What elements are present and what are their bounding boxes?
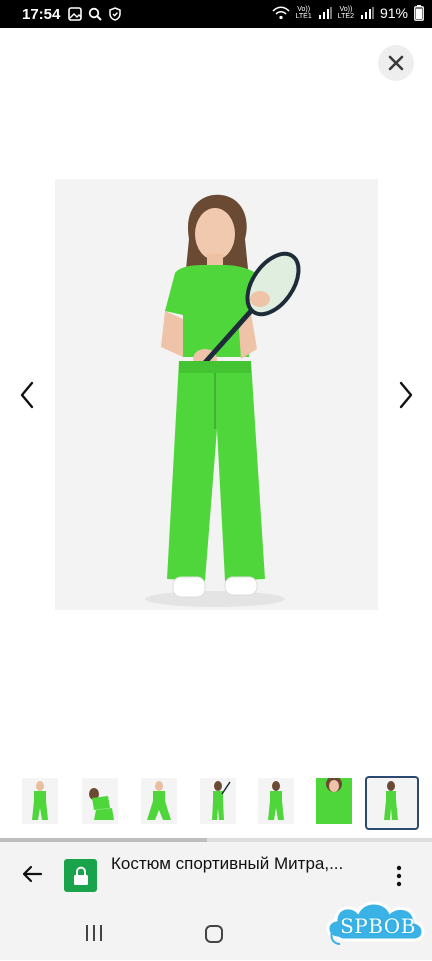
page-title[interactable]: Костюм спортивный Митра,... (111, 854, 379, 874)
shield-icon (109, 7, 121, 21)
thumbnail[interactable] (258, 778, 294, 824)
home-icon (205, 925, 223, 943)
lock-icon (73, 866, 88, 885)
carrier-1: Vo)) LTE1 (295, 6, 312, 20)
thumbnail[interactable] (141, 778, 177, 824)
recent-apps-icon (86, 925, 102, 941)
more-vertical-icon (396, 865, 402, 887)
signal-icon-2 (360, 7, 374, 19)
carrier-2: Vo)) LTE2 (337, 6, 354, 20)
product-photo (55, 179, 378, 610)
chevron-left-icon (20, 381, 34, 409)
thumbnail[interactable] (316, 778, 352, 824)
thumbnail-selected[interactable] (365, 776, 419, 830)
recent-apps-button[interactable] (84, 924, 104, 947)
chevron-right-icon (399, 381, 413, 409)
battery-icon (414, 5, 424, 21)
signal-icon (318, 7, 332, 19)
status-time: 17:54 (22, 6, 61, 23)
watermark-badge: SPBOB (320, 894, 430, 956)
more-options-button[interactable] (388, 862, 410, 890)
status-bar: 17:54 Vo)) LTE1 Vo)) LTE2 91% (0, 0, 432, 28)
thumbnail[interactable] (200, 778, 236, 824)
secure-lock-badge[interactable] (64, 859, 97, 892)
prev-image-button[interactable] (12, 378, 42, 412)
watermark-text: SPBOB (340, 914, 416, 938)
product-image[interactable] (55, 179, 378, 610)
next-image-button[interactable] (391, 378, 421, 412)
search-icon (88, 7, 102, 21)
wifi-icon (271, 6, 290, 20)
close-button[interactable] (378, 45, 414, 81)
gallery-icon (68, 7, 82, 21)
back-button[interactable] (18, 860, 46, 888)
home-button[interactable] (204, 924, 224, 949)
close-icon (388, 55, 404, 71)
battery-level: 91% (379, 5, 408, 21)
arrow-left-icon (22, 865, 43, 883)
thumbnail[interactable] (22, 778, 58, 824)
thumbnail-strip (0, 776, 432, 830)
thumbnail[interactable] (82, 778, 118, 824)
